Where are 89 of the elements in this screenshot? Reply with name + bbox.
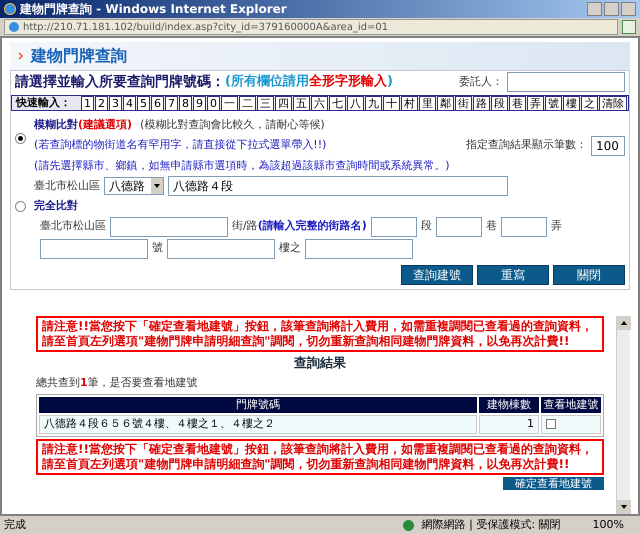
key-button[interactable]: 十 — [383, 96, 400, 110]
key-button[interactable]: 號 — [545, 96, 562, 110]
column-header: 查看地建號 — [541, 396, 601, 413]
hint-text: (若查詢標的物街道名有罕用字，請直接從下拉式選單帶入!!) — [34, 137, 326, 154]
key-button[interactable]: 路 — [473, 96, 490, 110]
floor-field[interactable] — [167, 238, 275, 258]
quick-input-label: 快速輸入： — [14, 94, 72, 111]
hint-text: (請先選擇縣市、鄉鎮，如無申請縣市選項時，為該超過該縣市查詢時間或系統異常。) — [34, 158, 451, 174]
key-button[interactable]: 村 — [401, 96, 418, 110]
district-label: 臺北市松山區 — [34, 178, 100, 194]
number-label: 號 — [152, 240, 163, 256]
security-zone-text: 網際網路 | 受保護模式: 關閉 — [422, 516, 561, 533]
street-label: 街/路(請輸入完整的街路名) — [232, 218, 367, 234]
results-title: 查詢結果 — [293, 354, 347, 372]
key-button[interactable]: 三 — [257, 96, 274, 110]
result-limit-field[interactable]: 100 — [591, 136, 625, 156]
key-button[interactable]: 6 — [151, 96, 164, 110]
status-text: 完成 — [4, 516, 27, 533]
key-button[interactable]: 巷 — [509, 96, 526, 110]
client-label: 委託人： — [459, 74, 503, 90]
form-button[interactable]: 關閉 — [553, 264, 625, 284]
key-button[interactable]: 七 — [329, 96, 346, 110]
key-button[interactable]: 清除 — [599, 96, 627, 110]
chevron-right-icon — [18, 52, 23, 60]
section-label: 段 — [420, 218, 432, 234]
table-cell: 1 — [479, 415, 539, 434]
key-button[interactable]: 一 — [221, 96, 238, 110]
lane-label: 巷 — [486, 218, 497, 234]
key-button[interactable]: 2 — [95, 96, 108, 110]
key-button[interactable]: 五 — [293, 96, 310, 110]
key-button[interactable]: 7 — [165, 96, 178, 110]
checkbox[interactable] — [546, 419, 556, 430]
street-field[interactable] — [110, 216, 228, 236]
zoom-level: 100% — [592, 516, 624, 533]
number-field[interactable] — [40, 238, 148, 258]
key-button[interactable]: 六 — [311, 96, 328, 110]
key-button[interactable]: 5 — [137, 96, 150, 110]
result-limit-label: 指定查詢結果顯示筆數： — [466, 137, 587, 154]
scroll-down-icon[interactable] — [617, 500, 631, 514]
key-button[interactable]: 9 — [193, 96, 206, 110]
window-title: 建物門牌查詢 - Windows Internet Explorer — [20, 1, 287, 18]
lane-field[interactable] — [436, 216, 482, 236]
exact-title: 完全比對 — [34, 198, 78, 214]
form-button[interactable]: 重寫 — [477, 264, 549, 284]
road-dropdown[interactable]: 八德路 — [104, 177, 164, 195]
confirm-button[interactable]: 確定查看地建號 — [503, 476, 604, 490]
dropdown-caret-icon — [151, 178, 163, 194]
key-button[interactable]: 8 — [179, 96, 192, 110]
key-button[interactable]: 段 — [491, 96, 508, 110]
key-button[interactable]: 二 — [239, 96, 256, 110]
key-button[interactable]: 樓 — [563, 96, 580, 110]
results-summary: 總共查到1筆，是否要查看地建號 — [36, 375, 199, 391]
recommended-tag: (建議選項) — [78, 117, 132, 134]
scroll-up-icon[interactable] — [617, 316, 631, 330]
section-field[interactable] — [370, 216, 417, 236]
fee-notice: 請注意!!當您按下「確定查看地建號」按鈕，該筆查詢將計入費用，如需重複調閱已查看過的查詢資料，請至首頁左列選項"建物門牌申請明細查詢"調閱，切勿重新查詢相同建物門牌資料，以免再次計費!! — [36, 316, 604, 352]
key-button[interactable]: 街 — [455, 96, 472, 110]
column-header: 門牌號碼 — [39, 396, 477, 413]
page-header: 建物門牌查詢 — [10, 42, 630, 70]
key-button[interactable]: 3 — [109, 96, 122, 110]
table-cell: 八德路４段６５６號４樓、４樓之１、４樓之２ — [39, 415, 477, 434]
alley-label: 弄 — [550, 218, 562, 234]
scrollbar[interactable] — [616, 316, 630, 514]
fuzzy-note: (模糊比對查詢會比較久，請耐心等候) — [140, 117, 325, 133]
key-button[interactable]: 1 — [81, 96, 94, 110]
key-button[interactable]: 九 — [365, 96, 382, 110]
key-button[interactable]: 4 — [123, 96, 136, 110]
key-button[interactable]: 0 — [207, 96, 220, 110]
alley-field[interactable] — [500, 216, 547, 236]
client-field[interactable] — [507, 72, 625, 92]
address-field[interactable]: http://210.71.181.102/build/index.asp?city_id=379160000A&area_id=01 — [4, 19, 618, 35]
floor-label: 樓之 — [279, 240, 301, 256]
fuzzy-title: 模糊比對 — [34, 117, 78, 133]
key-button[interactable]: 八 — [347, 96, 364, 110]
fee-notice: 請注意!!當您按下「確定查看地建號」按鈕，該筆查詢將計入費用，如需重複調閱已查看過的查詢資料，請至首頁左列選項"建物門牌申請明細查詢"調閱，切勿重新查詢相同建物門牌資料，以免再次計費!! — [36, 438, 604, 474]
district-label: 臺北市松山區 — [40, 218, 106, 234]
column-header: 建物棟數 — [479, 396, 539, 413]
key-button[interactable]: 四 — [275, 96, 292, 110]
key-button[interactable]: 弄 — [527, 96, 544, 110]
form-button[interactable]: 查詢建號 — [401, 264, 473, 284]
key-button[interactable]: 鄰 — [437, 96, 454, 110]
prompt-hint: (所有欄位請用全形字形輸入) — [225, 72, 393, 92]
key-button[interactable]: 之 — [581, 96, 598, 110]
key-button[interactable]: 里 — [419, 96, 436, 110]
radio-button[interactable] — [15, 133, 26, 144]
prompt-text: 請選擇並輸入所要查詢門牌號碼： — [15, 72, 225, 92]
floor-suffix-field[interactable] — [305, 238, 413, 258]
radio-button[interactable] — [15, 200, 26, 212]
road-field[interactable]: 八德路４段 — [168, 176, 508, 196]
